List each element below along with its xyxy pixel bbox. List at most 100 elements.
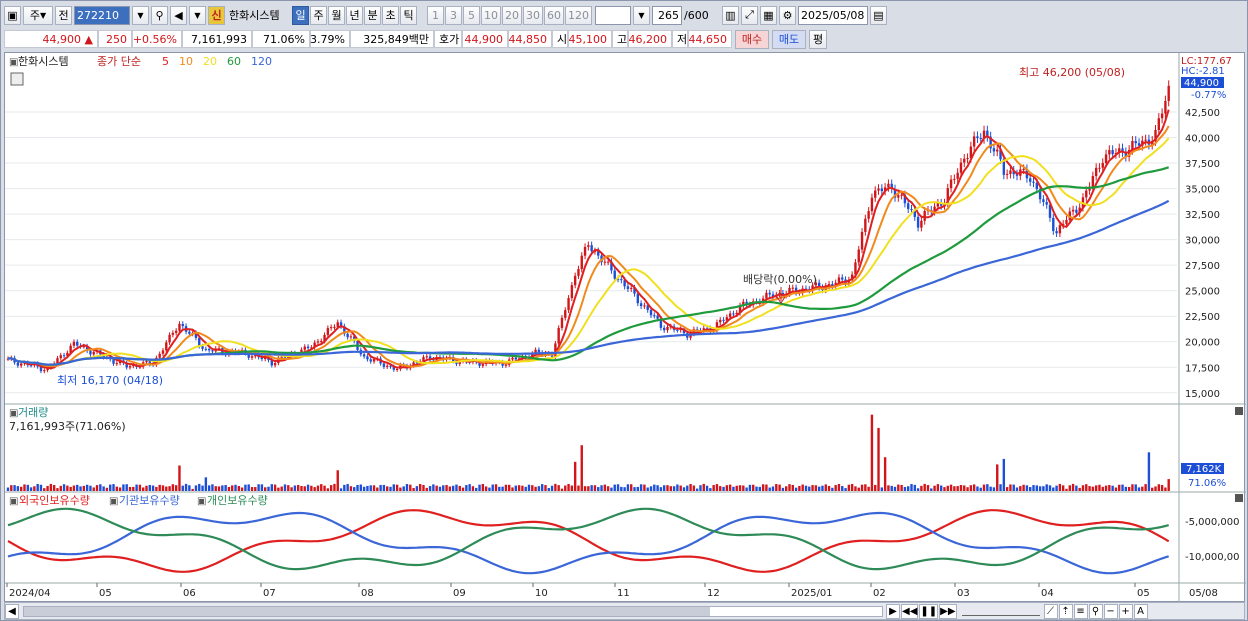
volume-bar	[508, 484, 511, 491]
code-dropdown-icon[interactable]: ▼	[132, 5, 149, 25]
candle-body	[577, 269, 580, 276]
volume-bar	[290, 487, 293, 491]
search-icon[interactable]: ⚲	[151, 5, 168, 25]
buy-button[interactable]: 매수	[735, 29, 769, 49]
y-tick-label: 32,500	[1185, 210, 1220, 221]
volume-bar	[62, 484, 66, 491]
volume-bar	[610, 487, 613, 491]
period-tab-1[interactable]: 주	[310, 5, 327, 25]
interval-tab-2[interactable]: 5	[463, 5, 480, 25]
prev-button[interactable]: 전	[55, 5, 72, 25]
interval-tab-6[interactable]: 60	[544, 5, 564, 25]
volume-bar	[784, 486, 788, 491]
candle-body	[992, 148, 996, 152]
zoom-out-icon[interactable]: −	[1103, 603, 1118, 619]
interval-tab-4[interactable]: 20	[502, 5, 522, 25]
interval-tab-3[interactable]: 10	[481, 5, 501, 25]
candle-body	[19, 363, 23, 366]
forward-icon[interactable]: ▶▶	[939, 603, 957, 619]
holding-axis: -5,000,000 -10,000,00	[1185, 517, 1240, 563]
volume-bar	[659, 487, 663, 491]
interval-dropdown-icon[interactable]: ▼	[633, 5, 650, 25]
chart-area[interactable]: ▣ 한화시스템 종가 단순 5 10 20 60 120 42,500 40,000 37,…	[4, 52, 1246, 603]
market-select[interactable]: 주 ▼	[23, 5, 53, 25]
candle-body	[188, 331, 191, 334]
scroll-thumb[interactable]	[24, 606, 711, 616]
candle-body	[916, 216, 920, 228]
volume-bar	[623, 487, 626, 491]
period-tab-5[interactable]: 초	[382, 5, 399, 25]
interval-tab-7[interactable]: 120	[565, 5, 592, 25]
volume-bar	[897, 484, 900, 491]
volume-bar	[135, 484, 138, 491]
volume-bar	[455, 484, 458, 491]
evaluate-button[interactable]: 평	[809, 29, 827, 49]
chart-window: ▣ 주 ▼ 전 272210 ▼ ⚲ ◀ ▼ 신 한화시스템 일주월년분초틱 13…	[0, 0, 1248, 621]
candle-type-icon[interactable]: ▥	[722, 5, 739, 25]
sell-button[interactable]: 매도	[772, 29, 806, 49]
volume-bar	[692, 485, 696, 491]
period-tab-6[interactable]: 틱	[400, 5, 417, 25]
stock-code-input[interactable]: 272210	[74, 5, 130, 25]
draw-arrow-icon[interactable]: ⇡	[1058, 603, 1073, 619]
volume-bar	[1108, 485, 1111, 491]
draw-fib-icon[interactable]: ≡	[1073, 603, 1088, 619]
holding-close-icon[interactable]	[1235, 494, 1243, 502]
candle-body	[514, 357, 518, 360]
save-icon[interactable]: ▦	[760, 5, 777, 25]
scroll-left-icon[interactable]: ◀	[5, 603, 19, 619]
scroll-right-icon[interactable]: ▶	[886, 603, 900, 619]
x-tick-label: 04	[1041, 588, 1054, 599]
draw-line-icon[interactable]: ⟋	[1043, 603, 1058, 619]
settings-gear-icon[interactable]: ⚙	[779, 5, 796, 25]
date-axis: 2024/04 05 06 07 08 09 10 11 12 2025/01 02 03 04 05	[6, 583, 1150, 599]
volume-bar	[1035, 485, 1039, 491]
zoom-slider[interactable]	[961, 606, 1040, 616]
speaker-icon[interactable]: ◀	[170, 5, 187, 25]
volume-bar	[834, 485, 837, 491]
volume-bar	[916, 488, 920, 491]
volume-bar	[560, 488, 564, 491]
volume-close-icon[interactable]	[1235, 407, 1243, 415]
interval-tab-1[interactable]: 3	[445, 5, 462, 25]
holding-line-0	[7, 509, 1170, 573]
date-input[interactable]: 2025/05/08	[798, 5, 868, 25]
rewind-icon[interactable]: ◀◀	[901, 603, 919, 619]
period-tab-2[interactable]: 월	[328, 5, 345, 25]
magnifier-icon[interactable]: ⚲	[1088, 603, 1103, 619]
volume-bar	[791, 484, 794, 491]
volume-bar	[524, 486, 527, 491]
table-toggle-icon[interactable]	[10, 72, 24, 86]
interval-tab-5[interactable]: 30	[523, 5, 543, 25]
volume-bar	[254, 487, 257, 491]
interval-input[interactable]	[595, 5, 631, 25]
candle-body	[320, 340, 323, 342]
volume-bar	[494, 484, 498, 491]
volume-bar	[699, 485, 702, 491]
calendar-icon[interactable]: ▤	[870, 5, 887, 25]
period-tab-4[interactable]: 분	[364, 5, 381, 25]
window-menu-icon[interactable]: ▣	[4, 5, 21, 25]
font-icon[interactable]: A	[1133, 603, 1148, 619]
volume-bar	[451, 485, 455, 491]
volume-bar	[728, 484, 732, 491]
volume-bar	[10, 485, 13, 491]
pause-icon[interactable]: ❚❚	[919, 603, 939, 619]
candle-body	[966, 158, 969, 160]
period-tab-0[interactable]: 일	[292, 5, 309, 25]
candle-body	[207, 348, 211, 351]
volume-bar	[633, 487, 636, 491]
speaker-dropdown-icon[interactable]: ▼	[189, 5, 206, 25]
candle-body	[316, 341, 320, 343]
scroll-track[interactable]	[23, 605, 883, 617]
price-value: 44,900	[42, 32, 82, 46]
zoom-in-icon[interactable]: +	[1118, 603, 1133, 619]
count-input[interactable]: 265	[652, 5, 682, 25]
interval-tab-0[interactable]: 1	[427, 5, 444, 25]
ma-legend-20: 20	[203, 55, 217, 68]
period-tab-3[interactable]: 년	[346, 5, 363, 25]
candle-body	[1101, 162, 1104, 168]
volume-bar	[689, 484, 692, 491]
zoom-icon[interactable]: ⤢	[741, 5, 758, 25]
volume-bar	[33, 486, 36, 491]
